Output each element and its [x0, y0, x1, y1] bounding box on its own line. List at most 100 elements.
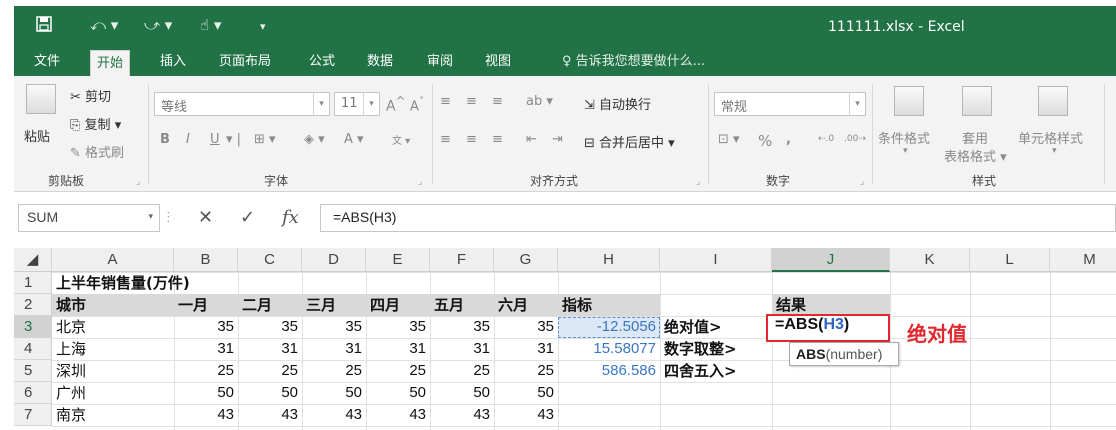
header-month: 二月: [242, 296, 273, 314]
save-icon[interactable]: [36, 16, 52, 36]
number-launcher-icon[interactable]: ⌟: [860, 177, 864, 187]
column-header-j[interactable]: J: [772, 248, 890, 272]
insert-function-button[interactable]: fx: [282, 204, 299, 232]
fill-color-icon[interactable]: ◈ ▾: [304, 132, 325, 147]
conditional-format-button[interactable]: 条件格式: [878, 128, 930, 147]
underline-dropdown[interactable]: ▾ |: [226, 132, 241, 147]
column-header-g[interactable]: G: [494, 248, 558, 272]
font-name-combo[interactable]: 等线 ▾: [154, 92, 330, 116]
border-icon[interactable]: ⊞ ▾: [254, 132, 276, 147]
chevron-down-icon: ▾: [849, 93, 865, 115]
tab-data[interactable]: 数据: [361, 48, 399, 76]
format-table-button-line1[interactable]: 套用: [962, 128, 988, 147]
underline-button[interactable]: U: [210, 132, 220, 147]
tab-review[interactable]: 审阅: [421, 48, 459, 76]
format-table-button-line2[interactable]: 表格格式 ▾: [944, 146, 1007, 165]
align-bottom-icon[interactable]: ≡: [492, 94, 503, 109]
column-header-l[interactable]: L: [970, 248, 1050, 272]
column-header-a[interactable]: A: [52, 248, 174, 272]
align-top-icon[interactable]: ≡: [440, 94, 451, 109]
percent-button[interactable]: %: [758, 132, 772, 150]
format-painter-button[interactable]: ✎ 格式刷: [70, 142, 124, 161]
align-left-icon[interactable]: ≡: [440, 132, 451, 147]
enter-formula-button[interactable]: ✓: [240, 204, 255, 232]
row-header-6[interactable]: 6: [14, 382, 52, 404]
clipboard-launcher-icon[interactable]: ⌟: [136, 177, 140, 187]
comma-button[interactable]: ,: [786, 132, 791, 147]
header-month: 一月: [178, 296, 209, 314]
column-header-m[interactable]: M: [1050, 248, 1116, 272]
cell-styles-icon[interactable]: [1038, 86, 1068, 116]
paste-icon[interactable]: [26, 84, 56, 114]
value-cell: 25: [345, 362, 362, 379]
column-header-e[interactable]: E: [366, 248, 430, 272]
font-launcher-icon[interactable]: ⌟: [418, 177, 422, 187]
column-header-b[interactable]: B: [174, 248, 238, 272]
font-size-combo[interactable]: 11 ▾: [334, 92, 380, 116]
tab-formulas[interactable]: 公式: [303, 48, 341, 76]
merge-center-button[interactable]: ⊟ 合并后居中 ▾: [584, 132, 675, 151]
shrink-font-button[interactable]: Aˇ: [410, 95, 424, 114]
column-header-d[interactable]: D: [302, 248, 366, 272]
align-right-icon[interactable]: ≡: [492, 132, 503, 147]
value-cell: 25: [473, 362, 490, 379]
undo-icon[interactable]: ⤺ ▾: [90, 16, 118, 34]
ribbon-separator: [148, 84, 149, 184]
grid-line: [970, 272, 971, 430]
column-header-h[interactable]: H: [558, 248, 660, 272]
align-middle-icon[interactable]: ≡: [466, 94, 477, 109]
row-header-2[interactable]: 2: [14, 294, 52, 316]
row-header-3[interactable]: 3: [14, 316, 52, 338]
tab-page-layout[interactable]: 页面布局: [213, 48, 277, 76]
increase-indent-icon[interactable]: ⇥: [552, 132, 563, 147]
select-all-corner[interactable]: ◢: [14, 248, 52, 272]
redo-icon[interactable]: ⤻ ▾: [144, 16, 172, 34]
copy-button[interactable]: ⎘ 复制 ▾: [70, 114, 121, 133]
row-header-1[interactable]: 1: [14, 272, 52, 294]
row-header-7[interactable]: 7: [14, 404, 52, 426]
cell-edit-formula[interactable]: =ABS(H3): [775, 316, 849, 334]
tab-home[interactable]: 开始: [90, 50, 131, 76]
column-header-k[interactable]: K: [890, 248, 970, 272]
bold-button[interactable]: B: [160, 132, 170, 147]
copy-icon: ⎘: [70, 118, 85, 133]
paste-button[interactable]: 粘贴: [24, 126, 50, 145]
customize-icon[interactable]: ▾: [260, 20, 266, 33]
wrap-text-button[interactable]: ⇲ 自动换行: [584, 94, 651, 113]
grow-font-button[interactable]: A^: [386, 94, 405, 115]
formula-input[interactable]: =ABS(H3): [320, 204, 1116, 232]
row-header-5[interactable]: 5: [14, 360, 52, 382]
tab-file[interactable]: 文件: [28, 48, 66, 76]
name-box[interactable]: SUM ▾: [18, 204, 160, 232]
value-cell: 35: [217, 318, 234, 335]
sheet-title: 上半年销售量(万件): [56, 274, 190, 292]
cell-styles-button[interactable]: 单元格样式: [1018, 128, 1083, 147]
column-header-i[interactable]: I: [660, 248, 772, 272]
currency-icon[interactable]: ⊡ ▾: [718, 132, 740, 147]
function-tooltip[interactable]: ABS(number): [789, 342, 899, 366]
italic-button[interactable]: I: [186, 132, 190, 147]
phonetic-icon[interactable]: 文 ▾: [392, 132, 410, 147]
tab-view[interactable]: 视图: [479, 48, 517, 76]
touch-mode-icon[interactable]: ☝ ▾: [200, 16, 221, 34]
align-center-icon[interactable]: ≡: [466, 132, 477, 147]
orientation-icon[interactable]: ab ▾: [526, 94, 553, 109]
increase-decimal-icon[interactable]: ⇠.0: [818, 134, 834, 144]
column-header-f[interactable]: F: [430, 248, 494, 272]
value-cell: 25: [409, 362, 426, 379]
alignment-launcher-icon[interactable]: ⌟: [696, 177, 700, 187]
row-header-4[interactable]: 4: [14, 338, 52, 360]
conditional-format-icon[interactable]: [894, 86, 924, 116]
tab-insert[interactable]: 插入: [154, 48, 192, 76]
tell-me-box[interactable]: ♀ 告诉我您想要做什么...: [562, 48, 705, 76]
value-cell: 50: [217, 384, 234, 401]
cut-button[interactable]: ✂ 剪切: [70, 86, 111, 105]
format-table-icon[interactable]: [962, 86, 992, 116]
number-format-combo[interactable]: 常规 ▾: [714, 92, 866, 116]
font-color-icon[interactable]: A ▾: [344, 132, 364, 147]
column-header-c[interactable]: C: [238, 248, 302, 272]
decrease-decimal-icon[interactable]: .00⇢: [844, 134, 866, 144]
cancel-formula-button[interactable]: ✕: [198, 204, 213, 232]
wrap-text-icon: ⇲: [584, 98, 600, 113]
decrease-indent-icon[interactable]: ⇤: [526, 132, 537, 147]
